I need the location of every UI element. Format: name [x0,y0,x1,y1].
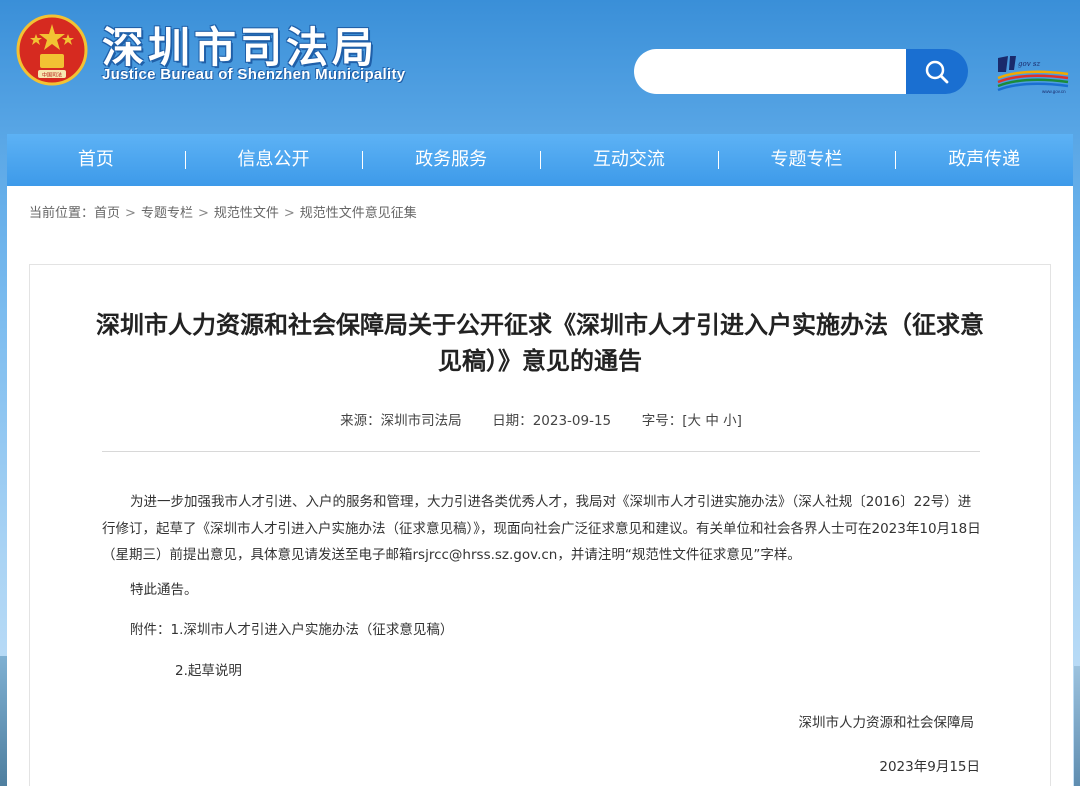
search-input[interactable] [634,49,906,94]
body-paragraph-closing: 特此通告。 [130,581,198,598]
breadcrumb-prefix: 当前位置： [29,206,95,221]
nav-item-gov-voice[interactable]: 政声传递 [895,134,1073,186]
date-label: 日期： [492,413,533,429]
font-size-label: 字号： [641,413,683,429]
date-value: 2023-09-15 [532,413,612,429]
search-icon [925,60,949,83]
body-paragraph: 为进一步加强我市人才引进、入户的服务和管理，大力引进各类优秀人才，我局对《深圳市… [102,494,981,563]
attachment-item[interactable]: 2.起草说明 [102,658,982,685]
search-button[interactable] [906,49,968,94]
breadcrumb-normative-docs[interactable]: 规范性文件 [214,206,279,221]
article: 深圳市人力资源和社会保障局关于公开征求《深圳市人才引进入户实施办法（征求意见稿）… [29,264,1051,786]
breadcrumb-separator: > [125,206,136,221]
source-value: 深圳市司法局 [380,413,462,429]
attachment-item[interactable]: 附件：1.深圳市人才引进入户实施办法（征求意见稿） [102,617,982,644]
article-meta: 来源：深圳市司法局 日期：2023-09-15 字号：[大 中 小] [30,409,1052,429]
breadcrumb-separator: > [283,206,295,221]
svg-text:gov sz: gov sz [1018,60,1040,68]
site-header: 中国司法 深圳市司法局 Justice Bureau of Shenzhen M… [0,0,1080,130]
national-emblem-icon: 中国司法 [16,14,88,86]
nav-item-info-disclosure[interactable]: 信息公开 [184,134,363,186]
breadcrumb-separator: > [197,206,209,221]
search-box [634,49,968,94]
nav-item-special-topics[interactable]: 专题专栏 [717,134,896,186]
nav-item-gov-services[interactable]: 政务服务 [362,134,540,186]
city-skyline-decoration-right [1074,666,1080,786]
font-size-medium-button[interactable]: 中 [705,413,719,429]
signer: 深圳市人力资源和社会保障局 [798,715,975,731]
sign-date: 2023年9月15日 [879,759,980,775]
nav-item-home[interactable]: 首页 [7,134,185,186]
site-title-english: Justice Bureau of Shenzhen Municipality [102,66,406,83]
article-body: 为进一步加强我市人才引进、入户的服务和管理，大力引进各类优秀人才，我局对《深圳市… [102,489,982,684]
font-size-bracket-close: ] [736,413,742,429]
breadcrumb-home[interactable]: 首页 [94,206,120,221]
breadcrumb-opinion-collection[interactable]: 规范性文件意见征集 [300,206,417,221]
shenzhen-china-logo-icon[interactable]: gov sz www.gov.cn [994,50,1072,94]
article-title: 深圳市人力资源和社会保障局关于公开征求《深圳市人才引进入户实施办法（征求意见稿）… [96,311,984,375]
title-divider [102,451,980,452]
emblem-caption: 中国司法 [42,72,62,79]
main-nav: 首页 信息公开 政务服务 互动交流 专题专栏 政声传递 [7,134,1073,186]
font-size-small-button[interactable]: 小 [723,413,737,429]
source-label: 来源： [340,413,381,429]
sz-logo-caption: www.gov.cn [1042,89,1066,94]
font-size-large-button[interactable]: 大 [688,413,702,429]
content-panel: 当前位置：首页 > 专题专栏 > 规范性文件 > 规范性文件意见征集 深圳市人力资源和社会保… [7,186,1073,786]
breadcrumb-special-topics[interactable]: 专题专栏 [141,206,193,221]
nav-item-interaction[interactable]: 互动交流 [540,134,718,186]
breadcrumb: 当前位置：首页 > 专题专栏 > 规范性文件 > 规范性文件意见征集 [29,202,417,221]
